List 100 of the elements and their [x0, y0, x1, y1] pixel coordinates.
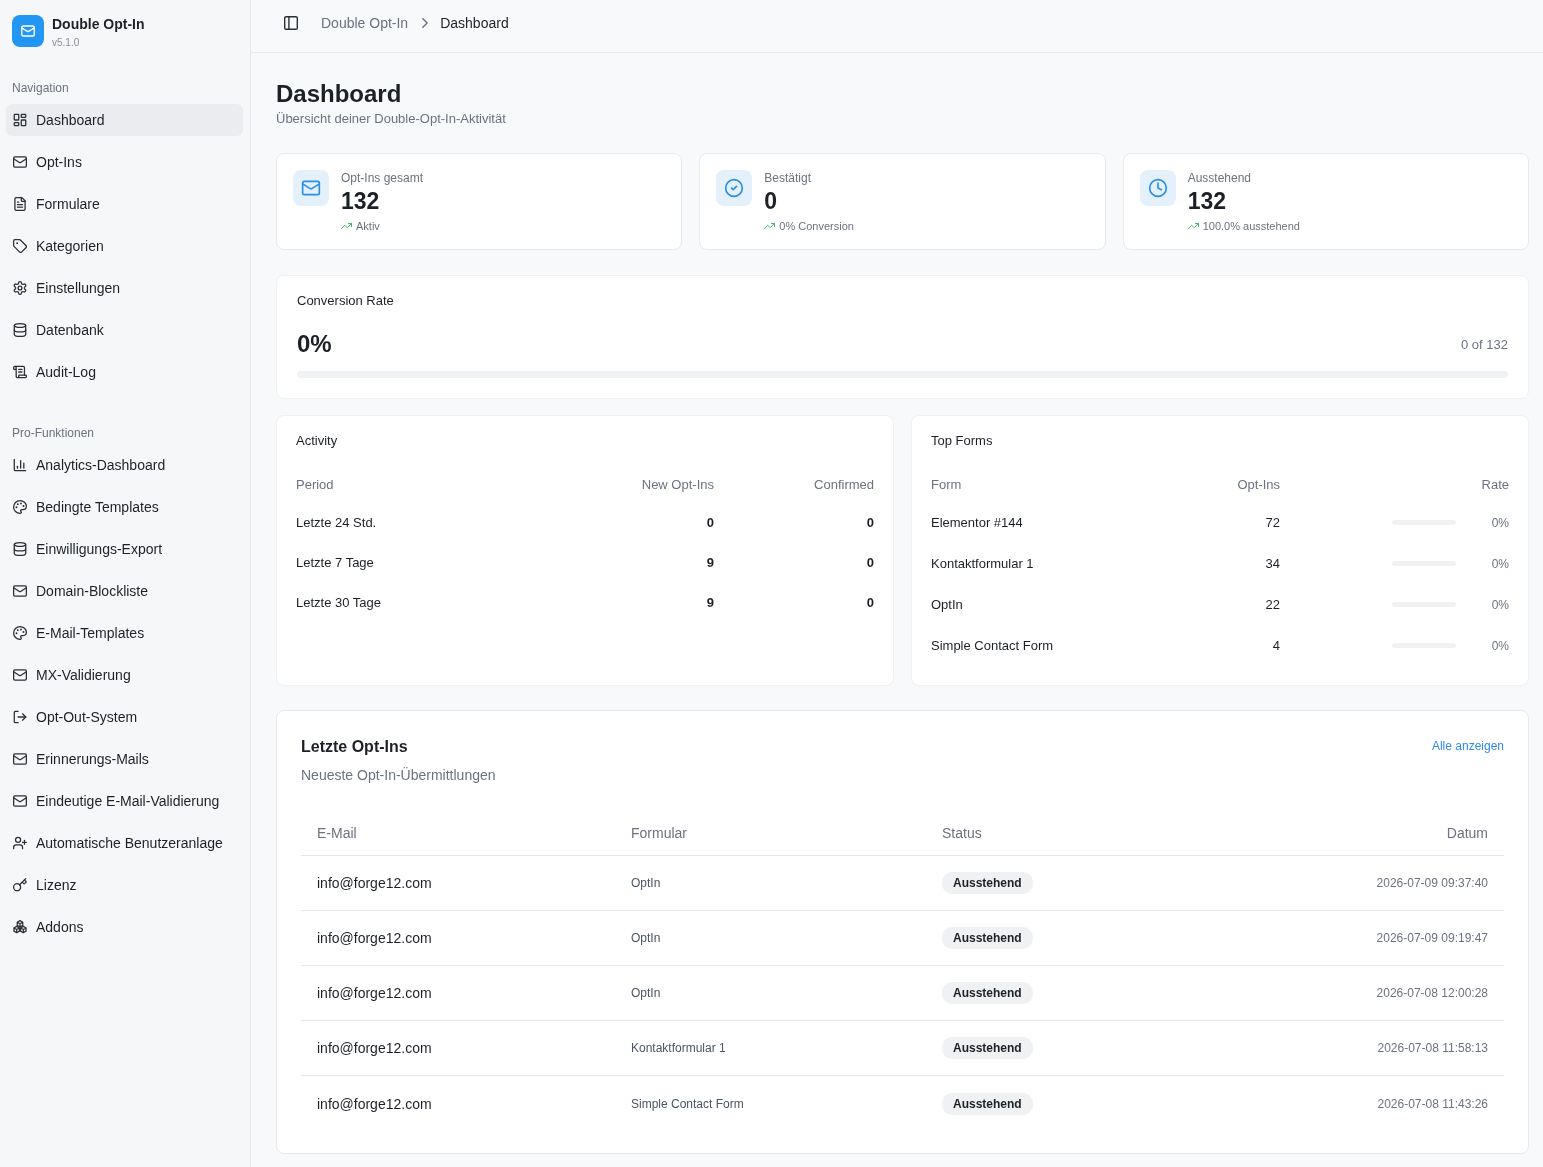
stat-note: 0% Conversion: [779, 219, 854, 233]
stat-label: Opt-Ins gesamt: [341, 170, 424, 186]
section-label: Pro-Funktionen: [11, 425, 96, 441]
nav-item[interactable]: MX-Validierung: [6, 659, 243, 691]
view-all-link[interactable]: Alle anzeigen: [1431, 737, 1504, 755]
logo-mail-icon: [12, 15, 44, 47]
table-cell: 34: [1265, 556, 1280, 571]
nav-item[interactable]: Audit-Log: [6, 356, 243, 388]
table-cell: 2026-07-09 09:37:40: [1376, 876, 1488, 890]
card-title: Letzte Opt-Ins: [301, 737, 409, 757]
nav-item[interactable]: Einwilligungs-Export: [6, 533, 243, 565]
column-header: E-Mail: [317, 824, 357, 841]
column-header: Rate: [1481, 476, 1509, 492]
table-cell-text: 0%: [1490, 556, 1509, 571]
trend-up-icon: [764, 223, 776, 229]
table-cell: 2026-07-09 09:19:47: [1376, 931, 1488, 945]
table-cell: Kontaktformular 1: [931, 556, 1034, 571]
mail-icon: [13, 752, 27, 766]
stat-value: 132: [341, 188, 380, 214]
table-cell: Simple Contact Form: [631, 1096, 744, 1111]
conversion-value: 0%: [297, 330, 332, 358]
nav-item[interactable]: Domain-Blockliste: [6, 575, 243, 607]
table-cell: 9: [706, 554, 714, 570]
table-cell: 22: [1265, 597, 1280, 612]
nav-item[interactable]: Dashboard: [6, 104, 243, 136]
column-header: Datum: [1446, 824, 1488, 841]
key-icon: [13, 878, 27, 892]
table-cell: 4: [1272, 638, 1280, 653]
table-cell: info@forge12.com: [317, 1040, 432, 1056]
table-cell: 72: [1265, 515, 1280, 530]
table-cell: OptIn: [631, 876, 661, 890]
stat-label: Bestätigt: [764, 170, 812, 186]
trend-up-icon: [1187, 223, 1199, 229]
nav-item[interactable]: Lizenz: [6, 869, 243, 901]
nav-item[interactable]: Addons: [6, 911, 243, 943]
table-cell: 0: [706, 514, 714, 530]
table-cell-text: 0%: [1490, 638, 1509, 653]
column-header: Opt-Ins: [1237, 476, 1280, 492]
card-subtitle: Neueste Opt-In-Übermittlungen: [301, 766, 496, 785]
page-subtitle: Übersicht deiner Double-Opt-In-Aktivität: [276, 110, 507, 128]
table-cell: Letzte 7 Tage: [296, 554, 374, 570]
column-header: Status: [942, 824, 982, 841]
nav-item[interactable]: Analytics-Dashboard: [6, 449, 243, 481]
card-title: Activity: [296, 433, 339, 449]
table-cell: Kontaktformular 1: [631, 1041, 726, 1055]
table-cell: Letzte 24 Std.: [296, 514, 377, 530]
breadcrumb-link[interactable]: Double Opt-In: [321, 15, 409, 31]
column-header: Period: [296, 476, 334, 492]
user-plus-icon: [13, 836, 27, 850]
app-name: Double Opt-In: [52, 16, 145, 33]
stat-note: Aktiv: [356, 219, 380, 233]
grid-icon: [13, 113, 27, 127]
mail-icon: [13, 668, 27, 682]
stat-note: 100.0% ausstehend: [1202, 219, 1300, 233]
status-badge: Ausstehend: [942, 982, 1033, 1004]
card-title: Top Forms: [931, 433, 994, 449]
table-cell: 2026-07-08 11:43:26: [1377, 1096, 1488, 1111]
bar-chart-icon: [13, 458, 27, 472]
cubes-icon: [13, 920, 27, 934]
document-icon: [13, 197, 27, 211]
tag-icon: [13, 239, 27, 253]
palette-icon: [13, 626, 27, 640]
nav-item[interactable]: Opt-Ins: [6, 146, 243, 178]
status-badge: Ausstehend: [942, 1092, 1033, 1115]
mail-icon: [293, 170, 329, 206]
app-version: v5.1.0: [52, 37, 81, 49]
nav-item[interactable]: Erinnerungs-Mails: [6, 743, 243, 775]
nav-item[interactable]: Einstellungen: [6, 272, 243, 304]
table-cell: 0: [866, 554, 874, 570]
nav-item[interactable]: E-Mail-Templates: [6, 617, 243, 649]
section-label: Navigation: [11, 80, 70, 96]
column-header: New Opt-Ins: [641, 476, 714, 492]
mail-icon: [13, 155, 27, 169]
card-title: Conversion Rate: [297, 293, 395, 309]
palette-icon: [13, 500, 27, 514]
nav-item[interactable]: Formulare: [6, 188, 243, 220]
nav-item[interactable]: Kategorien: [6, 230, 243, 262]
database-icon: [13, 323, 27, 337]
nav-item[interactable]: Opt-Out-System: [6, 701, 243, 733]
table-cell: Letzte 30 Tage: [296, 594, 382, 610]
table-cell-text: 0%: [1490, 515, 1509, 530]
nav-item[interactable]: Bedingte Templates: [6, 491, 243, 523]
database-icon: [13, 542, 27, 556]
nav-item[interactable]: Automatische Benutzeranlage: [6, 827, 243, 859]
table-cell: Simple Contact Form: [931, 638, 1054, 653]
nav-item[interactable]: Datenbank: [6, 314, 243, 346]
status-badge: Ausstehend: [942, 1037, 1033, 1059]
nav-item[interactable]: Eindeutige E-Mail-Validierung: [6, 785, 243, 817]
page-title: Dashboard: [276, 80, 403, 108]
table-cell: Elementor #144: [931, 515, 1023, 530]
column-header: Form: [931, 476, 962, 492]
sidebar-toggle-icon[interactable]: [284, 16, 298, 30]
table-cell: info@forge12.com: [317, 875, 432, 891]
table-cell-text: 0%: [1490, 597, 1509, 612]
table-cell: OptIn: [631, 986, 661, 1000]
conversion-count: 0 of 132: [1461, 336, 1508, 352]
stat-label: Ausstehend: [1187, 170, 1252, 186]
stat-value: 0: [764, 188, 778, 214]
table-cell: 2026-07-08 12:00:28: [1376, 986, 1488, 1000]
table-cell: 9: [706, 594, 714, 610]
